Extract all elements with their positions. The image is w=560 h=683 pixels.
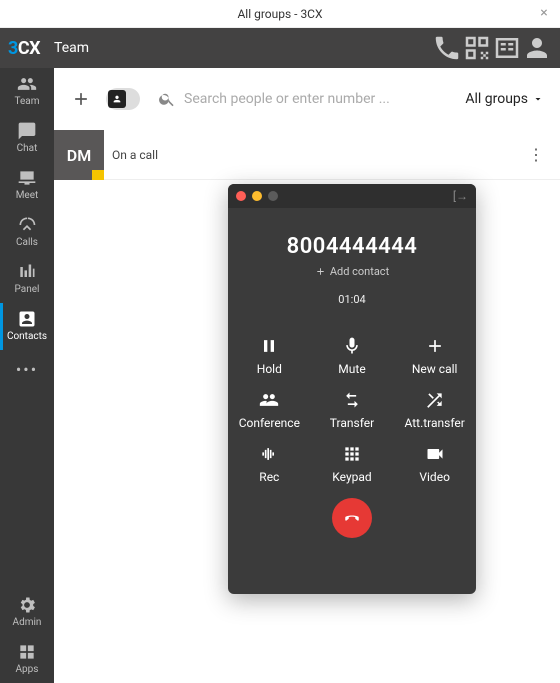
- nav-team-label: Team: [15, 96, 40, 107]
- att-transfer-button[interactable]: Att.transfer: [393, 390, 476, 430]
- hold-button[interactable]: Hold: [228, 336, 311, 376]
- status-indicator: [92, 170, 104, 180]
- shuffle-icon: [425, 390, 445, 410]
- keypad-label: Keypad: [332, 470, 371, 484]
- call-panel: [→ 8004444444 Add contact 01:04 Hold: [228, 184, 476, 594]
- avatar: DM: [54, 130, 104, 180]
- chevron-down-icon: [532, 93, 544, 105]
- toolbar: All groups: [54, 68, 560, 130]
- mute-button[interactable]: Mute: [311, 336, 394, 376]
- toggle-knob-icon: [108, 90, 126, 108]
- hangup-icon: [342, 508, 362, 528]
- hold-label: Hold: [257, 362, 282, 376]
- conference-label: Conference: [239, 416, 300, 430]
- call-panel-header: [→: [228, 184, 476, 208]
- popout-icon[interactable]: [→: [453, 189, 468, 203]
- logo-cx: CX: [18, 38, 40, 59]
- video-button[interactable]: Video: [393, 444, 476, 484]
- window-titlebar: All groups - 3CX ×: [0, 0, 560, 28]
- search-field[interactable]: [148, 90, 451, 108]
- video-icon: [425, 444, 445, 464]
- traffic-minimize-icon[interactable]: [252, 191, 262, 201]
- nav-more[interactable]: •••: [0, 350, 54, 389]
- nav-chat-label: Chat: [17, 143, 38, 154]
- video-label: Video: [419, 470, 450, 484]
- logo-three: 3: [8, 38, 18, 59]
- plus-icon: [315, 266, 326, 277]
- call-actions-grid: Hold Mute New call Conference: [228, 336, 476, 484]
- nav-calls-label: Calls: [16, 237, 38, 248]
- mute-label: Mute: [338, 362, 365, 376]
- pause-icon: [259, 336, 279, 356]
- call-duration: 01:04: [228, 293, 476, 306]
- nav-contacts-label: Contacts: [7, 331, 47, 342]
- keypad-button[interactable]: Keypad: [311, 444, 394, 484]
- rec-button[interactable]: Rec: [228, 444, 311, 484]
- top-bar: 3CX Team: [0, 28, 560, 68]
- nav-panel-label: Panel: [15, 284, 40, 295]
- nav-team[interactable]: Team: [0, 68, 54, 115]
- transfer-label: Transfer: [330, 416, 374, 430]
- search-icon: [158, 90, 176, 108]
- traffic-close-icon[interactable]: [236, 191, 246, 201]
- nav-calls[interactable]: Calls: [0, 209, 54, 256]
- contact-row-body: On a call ⋮: [104, 130, 560, 180]
- add-contact-button[interactable]: Add contact: [315, 265, 389, 278]
- qr-icon[interactable]: [462, 33, 492, 63]
- contact-status-text: On a call: [104, 148, 158, 162]
- add-button[interactable]: [64, 82, 98, 116]
- traffic-zoom-icon: [268, 191, 278, 201]
- transfer-icon: [342, 390, 362, 410]
- nav-admin[interactable]: Admin: [0, 589, 54, 636]
- group-filter-label: All groups: [465, 91, 528, 107]
- main-column: All groups DM On a call ⋮: [54, 68, 560, 683]
- hangup-button[interactable]: [332, 498, 372, 538]
- dialer-icon[interactable]: [432, 33, 462, 63]
- nav-admin-label: Admin: [13, 617, 42, 628]
- guide-icon[interactable]: [492, 33, 522, 63]
- mic-icon: [342, 336, 362, 356]
- window-title: All groups - 3CX: [237, 7, 322, 21]
- nav-meet[interactable]: Meet: [0, 162, 54, 209]
- contact-list: DM On a call ⋮ [→ 8004444444: [54, 130, 560, 683]
- nav-apps-label: Apps: [16, 664, 39, 675]
- att-transfer-label: Att.transfer: [405, 416, 465, 430]
- window-close-icon[interactable]: ×: [536, 5, 552, 21]
- row-more-icon[interactable]: ⋮: [522, 141, 550, 168]
- top-team-label: Team: [54, 40, 89, 56]
- conference-icon: [259, 390, 279, 410]
- nav-panel[interactable]: Panel: [0, 256, 54, 303]
- contact-row[interactable]: DM On a call ⋮: [54, 130, 560, 180]
- new-call-label: New call: [412, 362, 458, 376]
- left-nav: Team Chat Meet Calls Panel Contacts ••• …: [0, 68, 54, 683]
- nav-chat[interactable]: Chat: [0, 115, 54, 162]
- add-contact-label: Add contact: [330, 265, 389, 278]
- logo-3cx: 3CX: [8, 38, 40, 59]
- group-filter[interactable]: All groups: [459, 87, 550, 111]
- call-number: 8004444444: [228, 234, 476, 259]
- transfer-button[interactable]: Transfer: [311, 390, 394, 430]
- profile-icon[interactable]: [522, 33, 552, 63]
- rec-label: Rec: [259, 470, 279, 484]
- conference-button[interactable]: Conference: [228, 390, 311, 430]
- record-icon: [259, 444, 279, 464]
- view-toggle[interactable]: [106, 88, 140, 110]
- nav-apps[interactable]: Apps: [0, 636, 54, 683]
- plus-icon: [425, 336, 445, 356]
- nav-contacts[interactable]: Contacts: [0, 303, 54, 350]
- keypad-icon: [342, 444, 362, 464]
- search-input[interactable]: [184, 91, 451, 107]
- nav-meet-label: Meet: [16, 190, 39, 201]
- call-info: 8004444444 Add contact 01:04: [228, 234, 476, 306]
- avatar-initials: DM: [67, 146, 91, 165]
- new-call-button[interactable]: New call: [393, 336, 476, 376]
